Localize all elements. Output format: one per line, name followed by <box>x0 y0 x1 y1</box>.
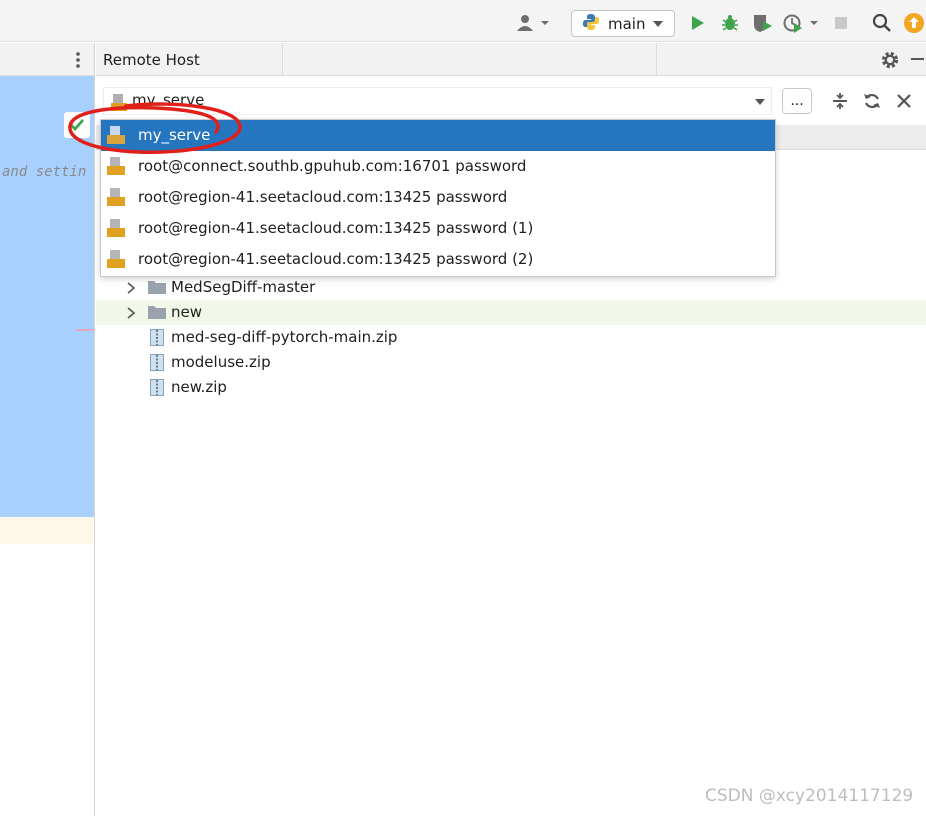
refresh-icon[interactable] <box>862 91 882 111</box>
panel-title: Remote Host <box>103 51 200 69</box>
update-icon[interactable] <box>903 12 925 34</box>
zip-file-icon <box>150 354 164 371</box>
editor-selection: and settin <box>0 76 94 517</box>
server-option[interactable]: root@region-41.seetacloud.com:13425 pass… <box>101 213 775 244</box>
tree-item-label: modeluse.zip <box>171 353 271 371</box>
watermark: CSDN @xcy2014117129 <box>705 786 914 806</box>
server-option[interactable]: root@connect.southb.gpuhub.com:16701 pas… <box>101 151 775 182</box>
search-icon[interactable] <box>871 12 893 34</box>
tree-item-file[interactable]: new.zip <box>96 375 926 400</box>
tree-item-folder[interactable]: new <box>96 300 926 325</box>
server-option[interactable]: my_serve <box>101 120 775 151</box>
collapse-icon[interactable] <box>830 91 850 111</box>
remote-host-header: Remote Host <box>96 43 926 76</box>
editor-pane: and settin <box>0 43 95 816</box>
chevron-right-icon[interactable] <box>126 282 136 294</box>
zip-file-icon <box>150 379 164 396</box>
coverage-icon[interactable] <box>751 12 775 34</box>
editor-header <box>0 43 94 76</box>
user-icon[interactable] <box>514 12 552 34</box>
sftp-icon <box>110 92 128 116</box>
server-option[interactable]: root@region-41.seetacloud.com:13425 pass… <box>101 244 775 275</box>
sftp-icon <box>107 219 125 237</box>
gear-icon[interactable] <box>880 50 900 70</box>
run-config-selector[interactable]: main <box>571 10 675 37</box>
tree-item-label: MedSegDiff-master <box>171 278 316 296</box>
main-toolbar: main <box>0 0 926 42</box>
sftp-icon <box>107 126 125 144</box>
code-fragment: and settin <box>2 164 87 180</box>
tree-item-file[interactable]: modeluse.zip <box>96 350 926 375</box>
editor-line-highlight <box>0 517 94 544</box>
server-select[interactable]: my_serve <box>103 87 772 115</box>
server-option-label: root@region-41.seetacloud.com:13425 pass… <box>138 250 534 268</box>
server-option-label: my_serve <box>138 126 211 144</box>
close-icon[interactable] <box>895 92 913 110</box>
server-option-label: root@region-41.seetacloud.com:13425 pass… <box>138 219 534 237</box>
stop-icon[interactable] <box>832 14 850 32</box>
tree-item-folder[interactable]: MedSegDiff-master <box>96 275 926 300</box>
zip-file-icon <box>150 329 164 346</box>
chevron-down-icon <box>755 99 765 105</box>
folder-icon <box>148 306 166 319</box>
checkmark-icon[interactable] <box>64 112 90 138</box>
tree-item-file[interactable]: med-seg-diff-pytorch-main.zip <box>96 325 926 350</box>
more-options-icon[interactable] <box>75 51 81 73</box>
sftp-icon <box>107 250 125 268</box>
server-option-label: root@connect.southb.gpuhub.com:16701 pas… <box>138 157 527 175</box>
server-option-label: root@region-41.seetacloud.com:13425 pass… <box>138 188 508 206</box>
folder-icon <box>148 281 166 294</box>
chevron-right-icon[interactable] <box>126 307 136 319</box>
chevron-down-icon <box>653 20 664 27</box>
selected-server: my_serve <box>132 91 205 109</box>
divider <box>282 43 283 76</box>
run-config-label: main <box>608 14 646 33</box>
tree-item-label: med-seg-diff-pytorch-main.zip <box>171 328 398 346</box>
tree-item-label: new.zip <box>171 378 227 396</box>
minimize-icon[interactable] <box>911 58 924 60</box>
tree-item-label: new <box>171 303 203 321</box>
sftp-icon <box>107 188 125 206</box>
debug-icon[interactable] <box>719 12 741 34</box>
python-icon <box>582 13 600 35</box>
server-dropdown-list: my_serve root@connect.southb.gpuhub.com:… <box>100 119 776 277</box>
sftp-icon <box>107 157 125 175</box>
server-option[interactable]: root@region-41.seetacloud.com:13425 pass… <box>101 182 775 213</box>
profile-icon[interactable] <box>782 12 822 34</box>
marker-line <box>76 329 94 331</box>
more-button[interactable]: ... <box>782 88 812 114</box>
divider <box>656 43 657 76</box>
run-icon[interactable] <box>688 13 708 33</box>
